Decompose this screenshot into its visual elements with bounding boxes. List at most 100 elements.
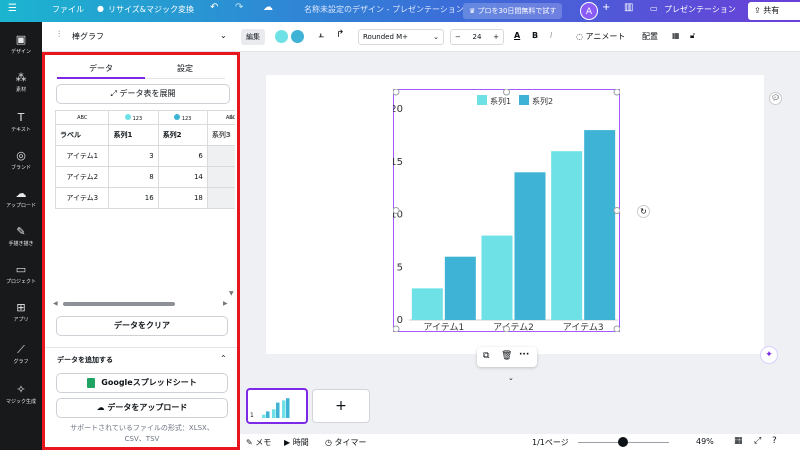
- table-cell[interactable]: 6: [157, 145, 208, 167]
- page-indicator[interactable]: 1/1ページ: [532, 437, 569, 448]
- rail-item[interactable]: ⊞ アプリ: [0, 296, 42, 334]
- rail-item[interactable]: ✧ マジック生成: [0, 378, 42, 416]
- redo-icon[interactable]: ↷: [235, 2, 243, 13]
- clear-data-button[interactable]: データをクリア: [56, 316, 228, 336]
- share-button[interactable]: ⇪ 共有: [748, 2, 800, 20]
- present-icon[interactable]: ▭: [650, 4, 658, 13]
- rail-item[interactable]: ◎ ブランド: [0, 144, 42, 182]
- add-collaborator-icon[interactable]: +: [602, 2, 610, 13]
- bold-button[interactable]: B: [532, 31, 538, 40]
- horizontal-scrollbar[interactable]: [63, 302, 175, 306]
- tab-data[interactable]: データ: [57, 61, 145, 79]
- table-cell[interactable]: [206, 166, 235, 188]
- type-cell[interactable]: 123: [157, 110, 208, 125]
- header-cell[interactable]: 系列2: [157, 124, 208, 146]
- cloud-saved-icon: ☁: [263, 2, 273, 13]
- scroll-up-arrow[interactable]: ▲: [229, 113, 234, 120]
- present-button[interactable]: プレゼンテーション: [664, 4, 736, 15]
- document-title[interactable]: 名称未設定のデザイン - プレゼンテーション: [304, 4, 464, 15]
- series1-color-swatch[interactable]: [275, 30, 288, 43]
- lock-icon[interactable]: 🔓︎: [690, 31, 695, 41]
- rail-item[interactable]: ☁ アップロード: [0, 182, 42, 220]
- more-icon[interactable]: ···: [519, 350, 529, 360]
- table-cell[interactable]: 14: [157, 166, 208, 188]
- series2-color-swatch[interactable]: [291, 30, 304, 43]
- help-icon[interactable]: ?: [772, 436, 777, 446]
- duplicate-icon[interactable]: ⧉: [483, 351, 489, 361]
- spacing-icon[interactable]: ⫠: [318, 29, 324, 40]
- scroll-right-arrow[interactable]: ▶: [223, 300, 228, 307]
- position-button[interactable]: 配置: [642, 31, 658, 42]
- rail-item[interactable]: ✎ 手描き描き: [0, 220, 42, 258]
- memo-button[interactable]: ✎ メモ: [246, 437, 271, 448]
- collapse-chevron-icon[interactable]: ⌄: [508, 374, 514, 382]
- header-cell[interactable]: 系列3: [206, 124, 235, 146]
- chart-type-select[interactable]: 棒グラフ: [72, 31, 104, 42]
- corner-icon[interactable]: ↱: [336, 29, 344, 40]
- resize-button[interactable]: リサイズ&マジック変換: [108, 4, 194, 15]
- rail-item[interactable]: ⟋ グラフ: [0, 338, 42, 376]
- insights-icon[interactable]: ▥: [624, 2, 633, 13]
- zoom-level[interactable]: 49%: [696, 437, 714, 446]
- avatar[interactable]: A: [580, 2, 598, 20]
- rail-item[interactable]: ▭ プロジェクト: [0, 258, 42, 296]
- transparency-icon[interactable]: ▦: [672, 31, 680, 40]
- table-cell[interactable]: アイテム3: [55, 187, 110, 209]
- rotate-handle-icon[interactable]: ↻: [637, 205, 650, 218]
- plus-icon[interactable]: +: [493, 30, 499, 44]
- font-select[interactable]: Rounded M+ ⌄: [358, 29, 444, 45]
- grid-view-icon[interactable]: ▦: [734, 436, 743, 446]
- resize-handle: [393, 89, 400, 96]
- undo-icon[interactable]: ↶: [210, 2, 218, 13]
- table-cell[interactable]: 3: [108, 145, 159, 167]
- italic-button[interactable]: I: [550, 31, 552, 40]
- chevron-down-icon[interactable]: ⌄: [220, 31, 227, 40]
- rail-item[interactable]: ⁂ 素材: [0, 66, 42, 104]
- thumbnail-slide-1[interactable]: 1: [246, 388, 308, 424]
- type-cell[interactable]: ABC: [55, 110, 110, 125]
- type-cell[interactable]: 123: [108, 110, 159, 125]
- rail-item[interactable]: T テキスト: [0, 106, 42, 144]
- table-cell[interactable]: [206, 187, 235, 209]
- google-sheets-button[interactable]: Googleスプレッドシート: [56, 373, 228, 393]
- time-button[interactable]: ▶ 時間: [284, 437, 309, 448]
- y-tick-label: 0: [397, 315, 403, 326]
- table-cell[interactable]: 18: [157, 187, 208, 209]
- bar-chart[interactable]: 05101520アイテム1 アイテム2 アイテム3系列1 系列2: [393, 89, 620, 332]
- fullscreen-icon[interactable]: ⤢: [754, 436, 761, 446]
- type-row: ABC 123 123 ABC: [55, 110, 235, 125]
- hamburger-icon[interactable]: ☰: [8, 3, 17, 14]
- chevron-up-icon[interactable]: ⌃: [220, 354, 227, 363]
- table-cell[interactable]: アイテム2: [55, 166, 110, 188]
- table-cell[interactable]: 16: [108, 187, 159, 209]
- header-cell[interactable]: ラベル: [55, 124, 110, 146]
- timer-button[interactable]: ◷ タイマー: [325, 437, 367, 448]
- table-cell[interactable]: [206, 145, 235, 167]
- table-cell[interactable]: アイテム1: [55, 145, 110, 167]
- animate-button[interactable]: ◌ アニメート: [576, 31, 625, 42]
- expand-table-button[interactable]: ⤢ データ表を展開: [56, 84, 230, 104]
- font-size-value[interactable]: 24: [473, 33, 482, 41]
- file-menu[interactable]: ファイル: [52, 4, 84, 15]
- magic-assistant-icon[interactable]: ✦: [760, 346, 778, 364]
- trial-button[interactable]: ♛ プロを30日間無料で試す: [463, 3, 563, 19]
- scroll-left-arrow[interactable]: ◀: [53, 300, 58, 307]
- add-page-button[interactable]: +: [312, 389, 370, 423]
- resize-handle: [503, 89, 510, 96]
- table-cell[interactable]: 8: [108, 166, 159, 188]
- font-size-stepper[interactable]: − 24 +: [450, 29, 504, 45]
- header-cell[interactable]: 系列1: [108, 124, 159, 146]
- edit-button[interactable]: 編集: [241, 29, 265, 45]
- tab-settings[interactable]: 設定: [145, 61, 225, 79]
- zoom-slider-knob[interactable]: [617, 437, 628, 447]
- legend-swatch: [519, 95, 529, 105]
- text-color-icon[interactable]: A: [514, 31, 520, 40]
- scroll-down-arrow[interactable]: ▼: [229, 290, 234, 297]
- comment-icon[interactable]: 💬︎: [769, 92, 782, 105]
- upload-data-button[interactable]: ☁ データをアップロード: [56, 398, 228, 418]
- data-table: ABC 123 123 ABC ラベル 系列1 系列2 系列3 アイテム1 3 …: [55, 110, 235, 209]
- rail-item[interactable]: ▣ デザイン: [0, 28, 42, 66]
- trash-icon[interactable]: 🗑︎: [501, 351, 512, 361]
- resize-handle: [613, 325, 620, 332]
- minus-icon[interactable]: −: [455, 30, 461, 44]
